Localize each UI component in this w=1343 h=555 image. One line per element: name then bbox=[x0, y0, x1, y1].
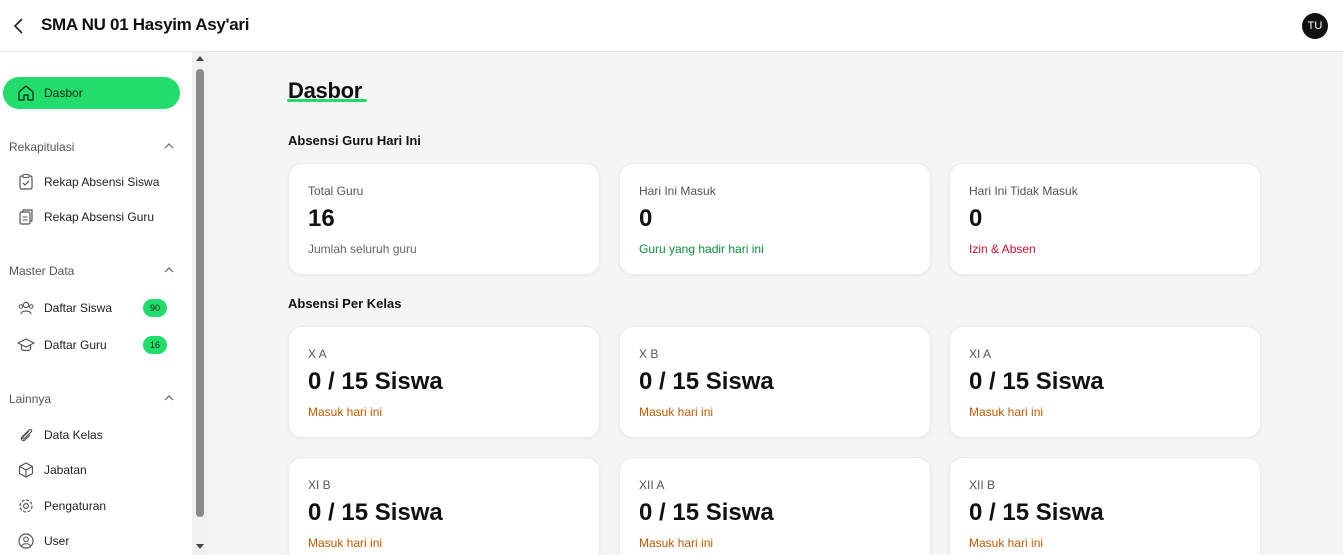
chevron-up-icon bbox=[164, 395, 174, 401]
sidebar-item-label: Daftar Guru bbox=[44, 338, 107, 352]
user-circle-icon bbox=[18, 533, 34, 549]
class-attendance-value: 0 / 15 Siswa bbox=[969, 499, 1104, 526]
class-card-xi-b[interactable]: XI B 0 / 15 Siswa Masuk hari ini bbox=[288, 457, 600, 555]
class-subtext: Masuk hari ini bbox=[639, 405, 714, 419]
class-label: X A bbox=[308, 347, 327, 361]
sidebar-item-jabatan[interactable]: Jabatan bbox=[0, 457, 180, 483]
class-subtext: Masuk hari ini bbox=[308, 536, 383, 550]
scroll-up-arrow[interactable] bbox=[196, 56, 204, 61]
stat-value: 0 bbox=[639, 205, 653, 232]
section-rekapitulasi-toggle[interactable]: Rekapitulasi bbox=[9, 140, 174, 156]
app-title: SMA NU 01 Hasyim Asy'ari bbox=[41, 15, 250, 34]
section-lainnya-toggle[interactable]: Lainnya bbox=[9, 392, 174, 408]
sidebar-item-daftar-guru[interactable]: Daftar Guru 16 bbox=[0, 332, 180, 358]
sidebar-item-rekap-absensi-guru[interactable]: Rekap Absensi Guru bbox=[0, 204, 180, 230]
class-label: XI A bbox=[969, 347, 992, 361]
class-subtext: Masuk hari ini bbox=[308, 405, 383, 419]
stat-subtext: Guru yang hadir hari ini bbox=[639, 242, 764, 256]
stat-value: 0 bbox=[969, 205, 983, 232]
chevron-up-icon bbox=[164, 267, 174, 273]
sidebar-item-daftar-siswa[interactable]: Daftar Siswa 90 bbox=[0, 295, 180, 321]
class-subtext: Masuk hari ini bbox=[969, 536, 1044, 550]
section-title: Master Data bbox=[9, 264, 75, 278]
class-label: X B bbox=[639, 347, 659, 361]
class-card-x-a[interactable]: X A 0 / 15 Siswa Masuk hari ini bbox=[288, 326, 600, 438]
sidebar-item-rekap-absensi-siswa[interactable]: Rekap Absensi Siswa bbox=[0, 169, 180, 195]
sidebar-item-label: Jabatan bbox=[44, 463, 87, 477]
sidebar-item-data-kelas[interactable]: Data Kelas bbox=[0, 422, 180, 448]
class-subtext: Masuk hari ini bbox=[969, 405, 1044, 419]
class-card-x-b[interactable]: X B 0 / 15 Siswa Masuk hari ini bbox=[619, 326, 931, 438]
scroll-down-arrow[interactable] bbox=[196, 544, 204, 549]
stat-value: 16 bbox=[308, 205, 335, 232]
users-icon bbox=[18, 301, 34, 315]
sidebar-item-label: Rekap Absensi Siswa bbox=[44, 175, 160, 189]
section-master-data-toggle[interactable]: Master Data bbox=[9, 264, 174, 280]
back-button[interactable] bbox=[8, 14, 30, 38]
clipboard-check-icon bbox=[19, 173, 33, 190]
sidebar: Dasbor Rekapitulasi Rekap Absensi Siswa … bbox=[0, 52, 192, 555]
sidebar-item-pengaturan[interactable]: Pengaturan bbox=[0, 493, 180, 519]
paperclip-icon bbox=[20, 428, 33, 442]
sidebar-item-label: Pengaturan bbox=[44, 499, 107, 513]
clipboard-copy-icon bbox=[19, 209, 33, 225]
stat-card-hari-ini-tidak-masuk: Hari Ini Tidak Masuk 0 Izin & Absen bbox=[949, 163, 1261, 275]
gear-icon bbox=[19, 499, 33, 513]
class-attendance-value: 0 / 15 Siswa bbox=[639, 368, 774, 395]
count-badge: 16 bbox=[143, 336, 167, 354]
user-avatar[interactable]: TU bbox=[1302, 13, 1328, 39]
scroll-thumb[interactable] bbox=[196, 69, 204, 517]
class-attendance-value: 0 / 15 Siswa bbox=[308, 499, 443, 526]
section-title-absensi-per-kelas: Absensi Per Kelas bbox=[288, 296, 402, 311]
stat-label: Hari Ini Masuk bbox=[639, 184, 716, 198]
sidebar-item-user[interactable]: User bbox=[0, 528, 180, 554]
sidebar-item-label: Daftar Siswa bbox=[44, 301, 113, 315]
class-attendance-value: 0 / 15 Siswa bbox=[969, 368, 1104, 395]
class-label: XII A bbox=[639, 478, 665, 492]
sidebar-scrollbar[interactable] bbox=[192, 52, 208, 555]
stat-card-total-guru: Total Guru 16 Jumlah seluruh guru bbox=[288, 163, 600, 275]
chevron-up-icon bbox=[164, 143, 174, 149]
stat-subtext: Jumlah seluruh guru bbox=[308, 242, 417, 256]
class-card-xii-b[interactable]: XII B 0 / 15 Siswa Masuk hari ini bbox=[949, 457, 1261, 555]
sidebar-item-label: Rekap Absensi Guru bbox=[44, 210, 155, 224]
stat-subtext: Izin & Absen bbox=[969, 242, 1036, 256]
top-bar: SMA NU 01 Hasyim Asy'ari TU bbox=[0, 0, 1343, 52]
stat-label: Hari Ini Tidak Masuk bbox=[969, 184, 1078, 198]
class-attendance-value: 0 / 15 Siswa bbox=[639, 499, 774, 526]
class-card-xi-a[interactable]: XI A 0 / 15 Siswa Masuk hari ini bbox=[949, 326, 1261, 438]
home-icon bbox=[18, 85, 34, 101]
stat-card-hari-ini-masuk: Hari Ini Masuk 0 Guru yang hadir hari in… bbox=[619, 163, 931, 275]
chevron-left-icon bbox=[13, 18, 23, 34]
class-attendance-value: 0 / 15 Siswa bbox=[308, 368, 443, 395]
section-title-absensi-guru: Absensi Guru Hari Ini bbox=[288, 133, 421, 148]
sidebar-item-dasbor[interactable]: Dasbor bbox=[3, 77, 180, 109]
title-underline bbox=[287, 99, 367, 102]
section-title: Lainnya bbox=[9, 392, 52, 406]
class-label: XII B bbox=[969, 478, 996, 492]
stat-label: Total Guru bbox=[308, 184, 364, 198]
sidebar-item-label: Data Kelas bbox=[44, 428, 103, 442]
class-label: XI B bbox=[308, 478, 331, 492]
class-subtext: Masuk hari ini bbox=[639, 536, 714, 550]
count-badge: 90 bbox=[143, 299, 167, 317]
sidebar-item-label: Dasbor bbox=[44, 86, 83, 100]
section-title: Rekapitulasi bbox=[9, 140, 75, 154]
box-icon bbox=[18, 462, 34, 478]
sidebar-item-label: User bbox=[44, 534, 70, 548]
graduation-cap-icon bbox=[17, 338, 35, 352]
class-card-xii-a[interactable]: XII A 0 / 15 Siswa Masuk hari ini bbox=[619, 457, 931, 555]
